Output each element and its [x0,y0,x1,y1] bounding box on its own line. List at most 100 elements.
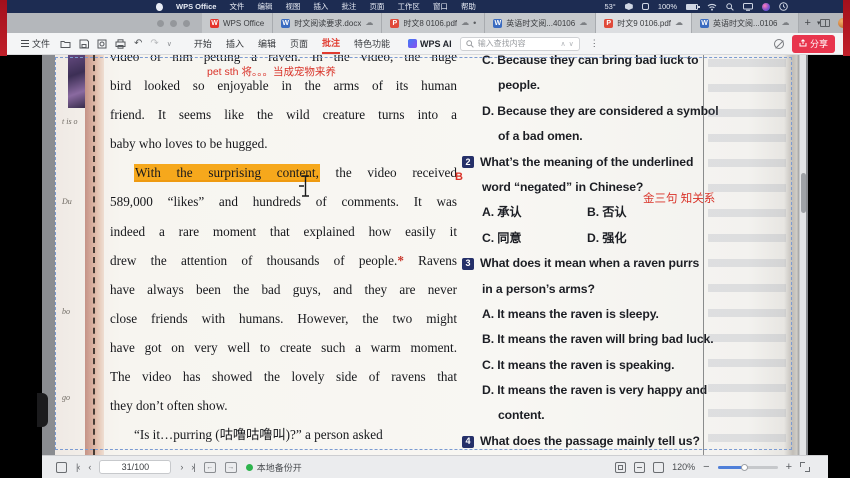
menu-item-4[interactable]: 批注 [341,1,356,12]
option: A. It means the raven is sleepy. [462,302,712,327]
close-window-button[interactable] [157,20,164,27]
last-page-button[interactable]: ›| [191,462,194,472]
zoom-slider-knob[interactable] [741,464,748,471]
zoom-level[interactable]: 120% [672,462,695,472]
zoom-out-button[interactable]: − [703,461,709,473]
print-icon[interactable] [115,39,126,49]
zoom-in-button[interactable]: + [786,461,792,473]
page-number-input[interactable]: 31/100 [99,460,171,474]
page-showthrough [708,59,786,451]
share-button[interactable]: 分享 [792,35,835,53]
fullscreen-icon[interactable] [800,462,810,472]
tab-4[interactable]: P时文9 0106.pdf☁ [596,13,692,33]
prev-page-button[interactable]: ‹ [88,462,90,472]
zoom-slider[interactable] [718,466,778,469]
zoom-window-button[interactable] [183,20,190,27]
weather-status[interactable]: 53° [604,2,615,11]
battery-icon[interactable] [686,4,698,10]
passage-line: 589,000 “likes” and hundreds of comments… [110,187,457,216]
ribbon-tab-批注[interactable]: 批注 [322,33,340,54]
fit-width-icon[interactable] [634,462,645,473]
next-view-icon[interactable]: → [225,462,237,473]
single-page-icon[interactable] [653,462,664,473]
question-text: What does the passage mainly tell us? [480,429,700,454]
search-icon [466,40,474,48]
menu-item-2[interactable]: 视图 [285,1,300,12]
save-icon[interactable] [79,39,89,49]
ribbon-tab-编辑[interactable]: 编辑 [258,33,276,54]
cloud-sync-icon: ☁ [782,19,790,27]
next-page-button[interactable]: › [180,462,182,472]
app-status-icon[interactable] [625,3,633,10]
spotlight-search-icon[interactable] [726,3,734,11]
wallpaper-edge-right [843,0,850,56]
tab-label: WPS Office [223,19,264,28]
option-a: C. 同意 [482,226,587,251]
menu-item-8[interactable]: 帮助 [461,1,476,12]
wps-ai-button[interactable]: WPS AI [400,39,460,49]
minimize-window-button[interactable] [170,20,177,27]
sidebar-toggle-handle[interactable] [37,393,48,427]
menu-item-7[interactable]: 窗口 [433,1,448,12]
tab-2[interactable]: P时文8 0106.pdf☁• [382,13,485,33]
undo-icon[interactable]: ↶ [134,38,142,49]
print-preview-icon[interactable] [97,39,107,49]
open-file-icon[interactable] [60,39,71,49]
highlighted-text[interactable]: With the surprising content, [134,164,320,180]
siri-icon[interactable] [762,3,770,11]
menu-item-5[interactable]: 页面 [369,1,384,12]
first-page-button[interactable]: |‹ [76,462,79,472]
option-b: D. 强化 [587,231,626,245]
fit-page-icon[interactable] [615,462,626,473]
ribbon-tab-插入[interactable]: 插入 [226,33,244,54]
passage-line: friend. It seems like the wild creature … [110,100,457,129]
option: C. Because they can bring bad luck to [462,55,712,73]
page-view-icon[interactable] [56,462,67,473]
questions-column: C. Because they can bring bad luck topeo… [462,55,712,454]
handwritten-answer-mark: B [455,171,463,183]
menu-item-1[interactable]: 编辑 [257,1,272,12]
no-trace-mode-icon[interactable] [774,39,784,49]
apple-menu-icon[interactable] [156,3,163,11]
passage-line: close friends with humans. However, the … [110,304,457,333]
scrollbar-thumb[interactable] [801,173,806,213]
menu-item-6[interactable]: 工作区 [397,1,420,12]
redo-icon[interactable]: ↷ [150,38,158,49]
split-view-icon[interactable] [820,19,830,27]
quick-access-icons: ↶ ↷ ∨ [60,38,184,49]
menu-item-3[interactable]: 插入 [313,1,328,12]
ribbon-tab-特色功能[interactable]: 特色功能 [354,33,390,54]
new-tab-button[interactable]: + [799,17,817,29]
question-text-cont: in a person’s arms? [462,277,712,302]
vertical-scrollbar[interactable] [799,55,806,455]
backup-status[interactable]: 本地备份开 [246,461,302,474]
wifi-icon[interactable] [707,3,717,11]
cloud-sync-icon: ☁ [461,19,469,27]
cut-line [93,55,95,455]
screenshot-status-icon[interactable] [642,3,649,10]
find-input[interactable]: 输入查找内容 ∧∨ [460,37,580,51]
ribbon-tab-开始[interactable]: 开始 [194,33,212,54]
word-file-icon: W [281,19,290,28]
option: D. It means the raven is very happy and [462,378,712,403]
menu-item-0[interactable]: 文件 [229,1,244,12]
file-menu-button[interactable]: 文件 [7,37,60,50]
tab-3[interactable]: W英语时文阅...40106☁ [485,13,596,33]
menu-app-name[interactable]: WPS Office [176,2,216,11]
tab-5[interactable]: W英语时文阅...0106☁ [692,13,798,33]
menu-items: WPS Office 文件 编辑 视图 插入 批注 页面 工作区 窗口 帮助 [0,1,476,12]
pdf-canvas[interactable]: t is oDubogo video of him petting a rave… [42,55,808,455]
display-mirror-icon[interactable] [743,3,753,11]
ribbon-tab-页面[interactable]: 页面 [290,33,308,54]
question: 3What does it mean when a raven purrs [462,251,712,276]
tab-1[interactable]: W时文阅读要求.docx☁ [273,13,382,33]
question-number-badge: 3 [462,258,474,270]
control-center-clock-icon[interactable] [779,2,788,11]
toolbar-more-chevron-icon[interactable]: ∨ [167,40,172,48]
find-more-icon[interactable]: ⋮ [580,38,610,49]
prev-view-icon[interactable]: ← [204,462,216,473]
find-prev-next-icons[interactable]: ∧∨ [560,40,573,48]
question-number-badge: 4 [462,436,474,448]
toolbar-right-controls: 分享 [774,35,843,53]
tab-0[interactable]: WWPS Office [202,13,273,33]
